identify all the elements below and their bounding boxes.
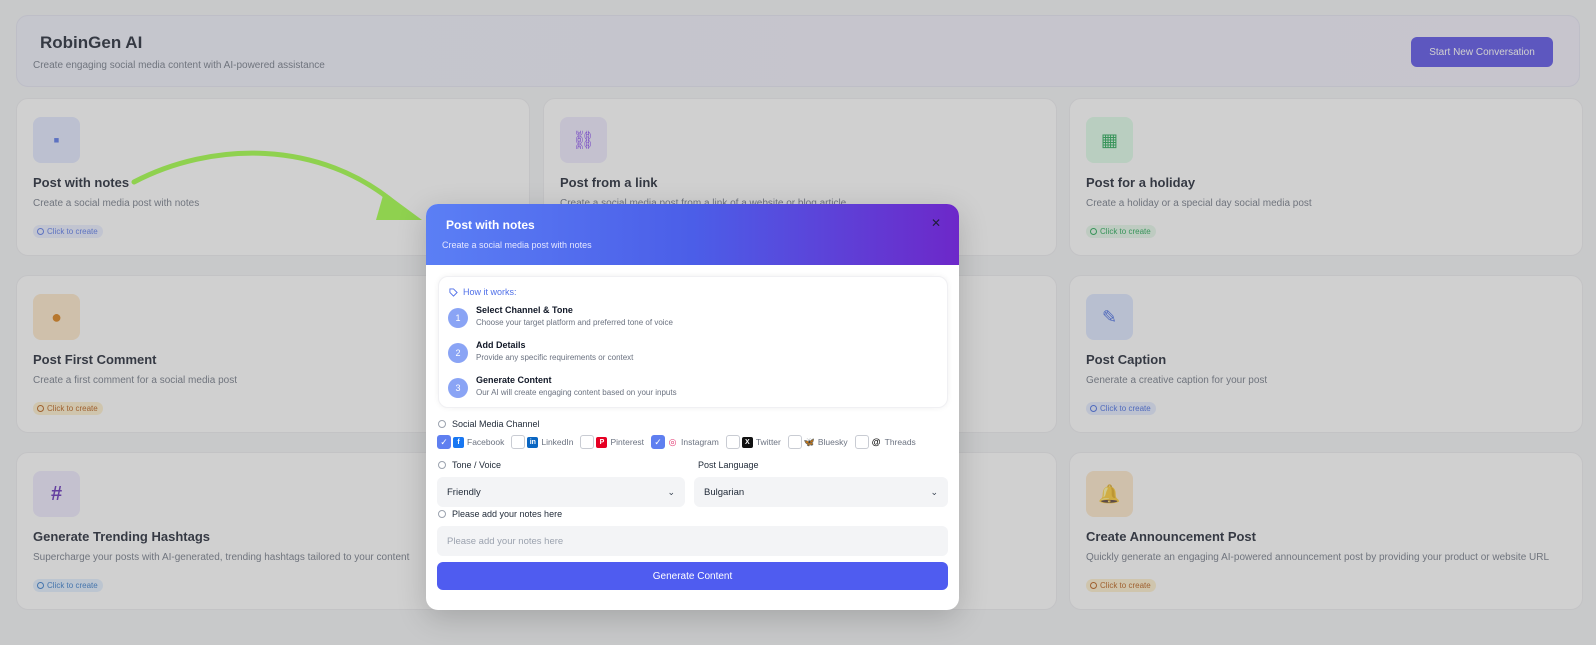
post-with-notes-modal: Post with notes Create a social media po… [426,204,959,610]
channel-checkbox[interactable] [854,435,869,449]
chevron-down-icon: ⌄ [667,486,675,497]
channel-checkbox[interactable]: ✓ [651,435,666,449]
channel-option-linkedin[interactable]: in LinkedIn [511,435,573,449]
channel-option-twitter[interactable]: X Twitter [725,435,781,449]
modal-header: Post with notes Create a social media po… [426,204,959,265]
channel-option-bluesky[interactable]: 🦋 Bluesky [787,435,848,449]
close-icon[interactable]: ✕ [929,216,943,230]
step-title: Generate Content [476,375,552,385]
facebook-icon: f [453,436,464,448]
modal-title: Post with notes [446,218,535,232]
tone-voice-label: Tone / Voice [438,460,501,470]
channel-checkbox[interactable]: ✓ [437,435,451,449]
social-media-channel-label: Social Media Channel [438,419,540,429]
step-title: Select Channel & Tone [476,305,573,315]
tone-voice-value: Friendly [447,486,481,498]
how-it-works-text: How it works: [463,287,517,297]
channel-name: Twitter [755,437,781,447]
step-number: 2 [448,343,468,363]
how-it-works-panel: How it works: 1 Select Channel & Tone Ch… [438,276,948,408]
step-number: 3 [448,378,468,398]
instagram-icon: ◎ [668,436,677,447]
tone-voice-select[interactable]: Friendly ⌄ [437,477,685,507]
channel-option-facebook[interactable]: ✓ f Facebook [437,435,504,449]
channel-name: Threads [884,437,916,447]
channel-option-instagram[interactable]: ✓ ◎ Instagram [651,435,719,449]
channel-checkbox-list: ✓ f Facebook in LinkedIn P Pinterest ✓ ◎ Instagra… [437,434,923,450]
channel-name: LinkedIn [541,437,574,447]
channel-name: Pinterest [610,437,645,447]
modal-subtitle: Create a social media post with notes [442,240,592,250]
channel-option-threads[interactable]: @ Threads [854,435,916,449]
threads-icon: @ [871,437,881,447]
channel-checkbox[interactable] [725,435,740,449]
channel-name: Facebook [467,437,505,447]
step-number: 1 [448,308,468,328]
step-description: Choose your target platform and preferre… [476,318,673,327]
step-description: Provide any specific requirements or con… [476,353,634,362]
step-description: Our AI will create engaging content base… [476,388,677,397]
step-title: Add Details [476,340,526,350]
generate-content-button[interactable]: Generate Content [437,562,948,590]
notes-label: Please add your notes here [438,509,562,519]
linkedin-icon: in [527,436,539,448]
post-language-value: Bulgarian [704,486,745,498]
bell-outline-icon [438,420,446,428]
pencil-outline-icon [438,510,446,518]
channel-option-pinterest[interactable]: P Pinterest [580,435,644,449]
channel-name: Instagram [681,437,719,447]
channel-name: Bluesky [817,437,848,447]
step-item: 2 Add Details Provide any specific requi… [448,339,928,369]
notes-label-text: Please add your notes here [452,509,563,519]
how-it-works-label: How it works: [449,287,517,297]
social-media-channel-text: Social Media Channel [452,419,540,429]
channel-checkbox[interactable] [787,435,802,449]
pointer-arrow-icon [131,150,422,220]
channel-checkbox[interactable] [511,435,526,449]
channel-checkbox[interactable] [580,435,595,449]
chevron-down-icon: ⌄ [930,486,938,497]
tone-voice-text: Tone / Voice [452,460,502,470]
notes-input[interactable]: Please add your notes here [437,526,948,556]
page: RobinGen AI Create engaging social media… [0,0,1596,645]
pinterest-icon: P [596,436,608,448]
post-language-select[interactable]: Bulgarian ⌄ [694,477,948,507]
x-icon: X [741,436,753,448]
bluesky-icon: 🦋 [803,436,815,447]
tag-icon [449,287,458,297]
post-language-label: Post Language [698,460,759,470]
step-item: 1 Select Channel & Tone Choose your targ… [448,304,928,334]
smile-icon [438,461,446,469]
step-item: 3 Generate Content Our AI will create en… [448,374,928,404]
